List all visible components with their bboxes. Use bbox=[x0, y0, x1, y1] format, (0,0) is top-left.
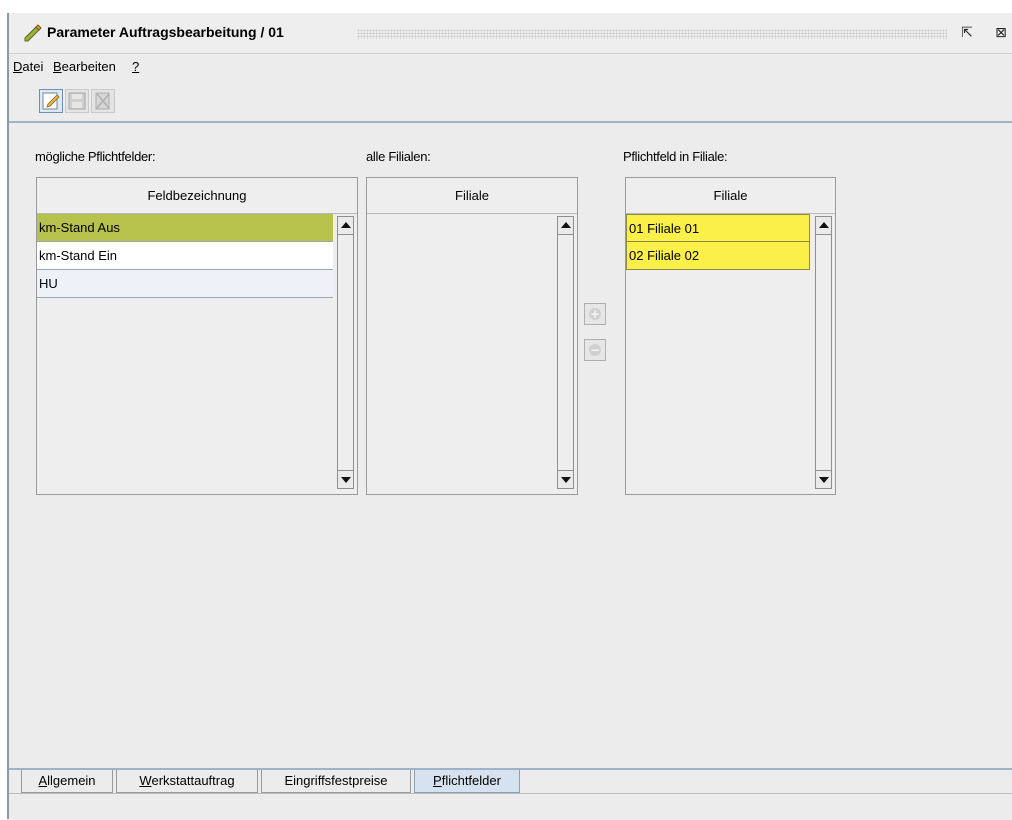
vertical-scrollbar[interactable] bbox=[815, 216, 832, 489]
window-frame: Parameter Auftragsbearbeitung / 01 ⇱ ⊠ D… bbox=[7, 13, 1012, 820]
save-button[interactable] bbox=[65, 89, 89, 113]
menu-bar: Datei Bearbeiten ? bbox=[9, 54, 1012, 78]
edit-button[interactable] bbox=[39, 89, 63, 113]
list-item[interactable]: km-Stand Ein bbox=[37, 242, 333, 270]
plus-circle-icon: + bbox=[589, 307, 601, 321]
scroll-up-icon[interactable] bbox=[558, 217, 573, 235]
save-icon bbox=[68, 92, 86, 110]
restore-icon[interactable]: ⇱ bbox=[957, 23, 977, 43]
label-required-in-branch: Pflichtfeld in Filiale: bbox=[623, 149, 728, 164]
required-in-branch-list[interactable]: Filiale 01 Filiale 01 02 Filiale 02 bbox=[625, 177, 836, 495]
list-item[interactable]: km-Stand Aus bbox=[37, 214, 333, 242]
scroll-up-icon[interactable] bbox=[816, 217, 831, 235]
vertical-scrollbar[interactable] bbox=[337, 216, 354, 489]
add-branch-button[interactable]: + bbox=[584, 303, 606, 325]
scroll-down-icon[interactable] bbox=[558, 470, 573, 488]
window-title: Parameter Auftragsbearbeitung / 01 bbox=[47, 24, 284, 40]
menu-help[interactable]: ? bbox=[132, 59, 139, 74]
column-header-filiale[interactable]: Filiale bbox=[367, 178, 577, 214]
tab-pflichtfelder[interactable]: Pflichtfelder bbox=[414, 770, 520, 793]
close-icon[interactable]: ⊠ bbox=[991, 23, 1011, 43]
list-item[interactable]: 02 Filiale 02 bbox=[626, 242, 810, 270]
pencil-pen-icon bbox=[24, 24, 42, 42]
column-header-feldbezeichnung[interactable]: Feldbezeichnung bbox=[37, 178, 357, 214]
scroll-up-icon[interactable] bbox=[338, 217, 353, 235]
tab-eingriffsfestpreise[interactable]: Eingriffsfestpreise bbox=[261, 770, 411, 793]
tab-werkstattauftrag[interactable]: Werkstattauftrag bbox=[116, 770, 258, 793]
scroll-down-icon[interactable] bbox=[338, 470, 353, 488]
label-all-branches: alle Filialen: bbox=[366, 149, 431, 164]
remove-branch-button[interactable]: − bbox=[584, 339, 606, 361]
toolbar bbox=[9, 79, 1012, 123]
delete-icon bbox=[95, 92, 110, 110]
minus-circle-icon: − bbox=[589, 343, 601, 357]
menu-datei[interactable]: Datei bbox=[13, 59, 43, 74]
title-drag-area[interactable] bbox=[357, 29, 947, 39]
all-branches-list[interactable]: Filiale bbox=[366, 177, 578, 495]
list-item[interactable]: HU bbox=[37, 270, 333, 298]
title-bar: Parameter Auftragsbearbeitung / 01 ⇱ ⊠ bbox=[9, 13, 1012, 54]
column-header-filiale[interactable]: Filiale bbox=[626, 178, 835, 214]
label-possible-fields: mögliche Pflichtfelder: bbox=[35, 149, 156, 164]
edit-icon bbox=[42, 92, 60, 110]
status-bar bbox=[9, 793, 1012, 820]
vertical-scrollbar[interactable] bbox=[557, 216, 574, 489]
tab-bar: Allgemein Werkstattauftrag Eingriffsfest… bbox=[9, 768, 1012, 794]
possible-fields-list[interactable]: Feldbezeichnung km-Stand Aus km-Stand Ei… bbox=[36, 177, 358, 495]
delete-button[interactable] bbox=[91, 89, 115, 113]
tab-allgemein[interactable]: Allgemein bbox=[21, 770, 113, 793]
scroll-down-icon[interactable] bbox=[816, 470, 831, 488]
menu-bearbeiten[interactable]: Bearbeiten bbox=[53, 59, 116, 74]
list-item[interactable]: 01 Filiale 01 bbox=[626, 214, 810, 242]
pflichtfelder-panel: mögliche Pflichtfelder: alle Filialen: P… bbox=[9, 123, 1012, 767]
